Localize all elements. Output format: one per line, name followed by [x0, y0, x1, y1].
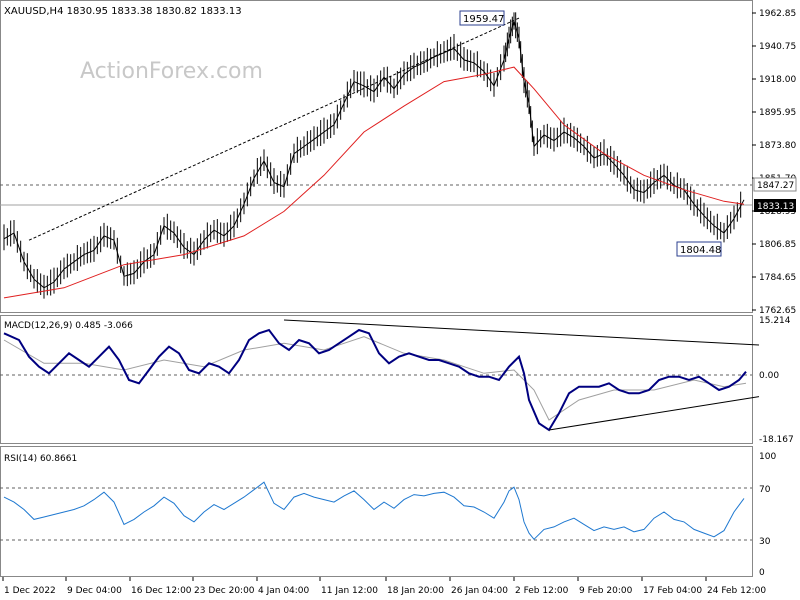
macd-tick-label: 0.00 — [759, 371, 779, 381]
macd-tick-label: -18.167 — [759, 435, 794, 445]
time-tick-label: 2 Feb 12:00 — [515, 586, 569, 596]
time-tick-label: 9 Dec 04:00 — [67, 586, 122, 596]
macd-label: MACD(12,26,9) 0.485 -3.066 — [4, 321, 133, 331]
price-tick-label: 1940.75 — [759, 42, 796, 52]
rsi-line — [3, 481, 745, 541]
price-axis: 1962.851940.751918.001895.951873.801851.… — [752, 9, 796, 316]
price-tick-label: 1918.00 — [759, 75, 796, 85]
time-tick-label: 26 Jan 04:00 — [451, 586, 508, 596]
macd-axis: 15.214 0.00 -18.167 — [759, 316, 794, 445]
price-panel-frame — [0, 0, 753, 313]
chart-canvas: XAUUSD,H4 1830.95 1833.38 1830.82 1833.1… — [0, 0, 797, 596]
time-tick-label: 17 Feb 04:00 — [643, 586, 702, 596]
time-tick-label: 16 Dec 12:00 — [131, 586, 192, 596]
time-tick-label: 1 Dec 2022 — [4, 586, 56, 596]
candles-group — [3, 12, 742, 299]
time-axis: 1 Dec 2022 9 Dec 04:00 16 Dec 12:00 23 Dec … — [2, 577, 766, 596]
macd-line — [3, 328, 747, 432]
low-label: 1804.48 — [680, 245, 721, 256]
macd-lower-trendline — [548, 396, 760, 431]
current-price-label: 1833.13 — [757, 202, 794, 212]
price-trendline — [28, 17, 520, 241]
price-tick-label: 1806.85 — [759, 240, 796, 250]
rsi-tick-label: 100 — [759, 452, 776, 462]
level-price-label: 1847.27 — [757, 181, 794, 191]
rsi-label: RSI(14) 60.8661 — [4, 454, 77, 464]
price-tick-label: 1762.65 — [759, 306, 796, 316]
macd-signal-line — [3, 336, 747, 421]
rsi-panel-frame — [0, 446, 753, 577]
time-tick-label: 11 Jan 12:00 — [321, 586, 378, 596]
macd-tick-label: 15.214 — [759, 316, 791, 326]
price-tick-label: 1873.80 — [759, 141, 796, 151]
rsi-tick-label: 0 — [759, 568, 765, 578]
price-tick-label: 1895.95 — [759, 108, 796, 118]
symbol-header: XAUUSD,H4 1830.95 1833.38 1830.82 1833.1… — [4, 6, 242, 17]
rsi-tick-label: 70 — [759, 485, 771, 495]
price-tick-label: 1784.65 — [759, 273, 796, 283]
time-tick-label: 23 Dec 20:00 — [194, 586, 255, 596]
price-tick-label: 1962.85 — [759, 9, 796, 19]
time-tick-label: 9 Feb 20:00 — [579, 586, 633, 596]
high-label: 1959.47 — [463, 14, 504, 25]
watermark: ActionForex.com — [80, 59, 263, 84]
time-tick-label: 4 Jan 04:00 — [258, 586, 310, 596]
time-tick-label: 18 Jan 20:00 — [387, 586, 444, 596]
time-tick-label: 24 Feb 12:00 — [707, 586, 766, 596]
rsi-tick-label: 30 — [759, 537, 771, 547]
rsi-axis: 100 70 30 0 — [759, 452, 776, 578]
macd-panel-frame — [0, 315, 753, 444]
